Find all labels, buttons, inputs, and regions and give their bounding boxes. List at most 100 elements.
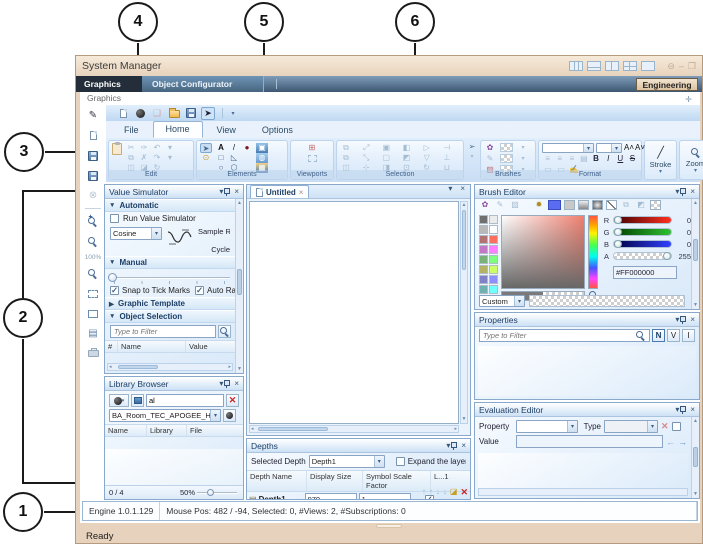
zoom-button[interactable]: Zoom ▾ xyxy=(679,140,703,180)
blob-shape-icon[interactable]: ● xyxy=(241,143,253,153)
zoom-level-label[interactable]: 100% xyxy=(85,254,102,261)
qa-pointer-toggle[interactable]: ➤ xyxy=(201,107,215,120)
document-tab-untitled[interactable]: Untitled × xyxy=(250,185,309,198)
col-scale-factor[interactable]: Symbol Scale Factor xyxy=(363,471,431,491)
library-view-button[interactable] xyxy=(131,394,144,407)
col-display-size[interactable]: Display Size xyxy=(307,471,363,491)
fill-pattern-swatch[interactable] xyxy=(500,143,513,152)
brush-editor-scrollbar[interactable]: ▲▼ xyxy=(691,199,699,309)
move-top-icon[interactable]: ↑ xyxy=(422,487,426,498)
qa-open-icon[interactable] xyxy=(167,107,181,120)
snap-ticks-checkbox[interactable] xyxy=(110,286,119,295)
palette-swatch[interactable] xyxy=(479,225,488,234)
zoom-in-icon[interactable]: + xyxy=(83,214,103,229)
delete-icon[interactable]: ✗ xyxy=(138,153,150,163)
fill-dd-icon[interactable]: ▾ xyxy=(517,143,529,153)
delete-depth-icon[interactable]: ✕ xyxy=(460,487,468,498)
print-icon[interactable] xyxy=(83,346,103,361)
copy-icon[interactable]: ⧉ xyxy=(125,153,137,163)
pin-icon[interactable] xyxy=(223,379,230,389)
close-icon[interactable]: × xyxy=(234,377,239,391)
waveform-combo[interactable]: Cosine▾ xyxy=(110,227,162,240)
value-input[interactable] xyxy=(516,435,663,448)
redo-icon[interactable]: ↷ xyxy=(151,153,163,163)
pin-icon[interactable] xyxy=(223,187,230,197)
swap-color-icon[interactable]: ◩ xyxy=(635,200,647,210)
sel-flip-v-icon[interactable]: ▽ xyxy=(421,153,433,163)
palette-swatch[interactable] xyxy=(489,245,498,254)
dd-redo-icon[interactable]: ▾ xyxy=(164,153,176,163)
move-bottom-icon[interactable]: ↓ xyxy=(443,487,447,498)
rectangle-tool-icon[interactable] xyxy=(83,306,103,321)
selected-depth-combo[interactable]: Depth1▾ xyxy=(309,455,385,468)
cut-icon[interactable]: ✂ xyxy=(125,143,137,153)
sel-align-icon[interactable]: ⊣ xyxy=(441,143,453,153)
strikethrough-button[interactable]: S xyxy=(627,154,638,164)
value-simulator-scrollbar[interactable]: ▲▼ xyxy=(235,199,243,373)
stroke-pattern-swatch[interactable] xyxy=(500,154,513,163)
palette-swatch[interactable] xyxy=(479,275,488,284)
green-slider[interactable] xyxy=(613,228,672,236)
library-clear-button[interactable]: ✕ xyxy=(226,394,239,407)
solid-fill-mode[interactable] xyxy=(564,200,575,210)
pen-mode-icon[interactable]: ✎ xyxy=(494,200,506,210)
select-tool-icon[interactable]: ➤ xyxy=(200,143,212,153)
qa-edit-document-icon[interactable]: ❏ xyxy=(150,107,164,120)
fill-mode-icon[interactable]: ✿ xyxy=(479,200,491,210)
auto-range-checkbox[interactable] xyxy=(195,286,204,295)
evaluation-body[interactable] xyxy=(478,453,688,488)
qa-overflow-icon[interactable]: ▾ xyxy=(226,107,240,120)
sel-contract-icon[interactable]: ⤡ xyxy=(360,153,372,163)
layout-columns-icon[interactable] xyxy=(569,61,583,71)
canvas-hscroll[interactable]: ◂ ▸ xyxy=(249,425,459,433)
pin-icon[interactable] xyxy=(450,441,457,451)
tab-list-dd-icon[interactable]: ▾ xyxy=(448,184,452,196)
copy-color-icon[interactable]: ⧉ xyxy=(620,200,632,210)
section-graphic-template[interactable]: ▶Graphic Template xyxy=(105,297,235,310)
brush-editor-header[interactable]: Brush Editor ▾× xyxy=(475,185,699,199)
palette-swatch[interactable] xyxy=(489,285,498,294)
library-zoom-slider[interactable] xyxy=(195,488,239,498)
add-depth-icon[interactable]: ◪ xyxy=(450,487,458,498)
section-manual[interactable]: ▼Manual xyxy=(105,256,235,269)
grow-font-icon[interactable]: A˄ xyxy=(624,143,633,153)
italic-button[interactable]: I xyxy=(603,154,614,164)
evaluation-editor-header[interactable]: Evaluation Editor ▾× xyxy=(475,403,699,417)
align-right-icon[interactable]: ≡ xyxy=(566,154,577,164)
sel-flip-h-icon[interactable]: ▷ xyxy=(421,143,433,153)
symbol-icon[interactable]: ◍ xyxy=(256,153,268,163)
library-search-input[interactable] xyxy=(149,396,221,405)
red-slider[interactable] xyxy=(613,216,672,224)
col-value[interactable]: Value xyxy=(186,341,235,352)
sel-front-icon[interactable]: ◧ xyxy=(400,143,412,153)
palette-swatch[interactable] xyxy=(489,275,498,284)
library-list[interactable] xyxy=(105,449,243,485)
pencil-tool-icon[interactable]: ✎ xyxy=(83,108,103,123)
property-combo[interactable]: ▾ xyxy=(516,420,578,433)
close-icon[interactable]: × xyxy=(461,439,466,453)
next-icon[interactable]: → xyxy=(678,437,687,447)
align-left-icon[interactable]: ≡ xyxy=(542,154,553,164)
current-color-swatch[interactable] xyxy=(548,200,561,210)
brightness-icon[interactable]: ✹ xyxy=(533,200,545,210)
ribbon-tab-home[interactable]: Home xyxy=(153,121,203,138)
viewport-add-icon[interactable]: ⊞ xyxy=(306,143,318,153)
col-name[interactable]: Name xyxy=(105,425,147,436)
palette-swatch[interactable] xyxy=(489,255,498,264)
triangle-shape-icon[interactable]: ◺ xyxy=(228,153,240,163)
transparent-swatch[interactable] xyxy=(650,200,661,210)
new-document-icon[interactable] xyxy=(83,128,103,143)
hex-color-input[interactable]: #FF000000 xyxy=(613,266,677,279)
brush-style-combo[interactable]: Custom▾ xyxy=(479,295,525,307)
section-automatic[interactable]: ▼Automatic xyxy=(105,199,235,212)
save-icon[interactable] xyxy=(83,148,103,163)
value-simulator-header[interactable]: Value Simulator ▾× xyxy=(105,185,243,199)
paste-icon[interactable] xyxy=(112,143,122,155)
canvas-vscroll[interactable]: ▲ ▼ xyxy=(460,201,468,424)
minimize-icon[interactable]: – xyxy=(679,61,684,71)
resize-grip[interactable] xyxy=(376,524,402,528)
zoom-region-icon[interactable] xyxy=(83,266,103,281)
shrink-font-icon[interactable]: A˅ xyxy=(635,143,644,153)
properties-list[interactable] xyxy=(478,346,696,396)
object-table-hscroll[interactable]: ◂ ▸ xyxy=(107,363,233,371)
